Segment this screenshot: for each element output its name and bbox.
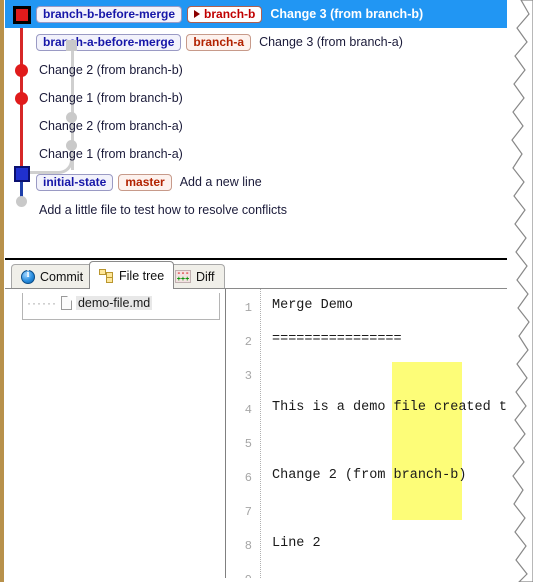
git-history-window: branch-b-before-merge branch-b Change 3 (f… [0,0,533,582]
ref-badge[interactable]: master [118,173,172,191]
ref-badge-label: branch-b [204,7,256,21]
line-number: 5 [244,437,252,451]
line-number: 3 [244,369,252,383]
commit-row[interactable]: branch-a-before-merge branch-a Change 3 (f… [5,28,520,56]
ref-badge[interactable]: branch-b [187,5,263,23]
ref-badge-label: master [125,175,165,189]
ref-badge-label: branch-b-before-merge [43,7,176,21]
line-number: 4 [244,403,252,417]
commit-subject: Change 3 (from branch-b) [270,7,424,21]
tree-icon [99,269,114,283]
commit-row[interactable]: Change 1 (from branch-b) [5,84,520,112]
code-line: ================ [272,332,402,347]
tab-bar[interactable]: Commit File tree ---+++ Diff [5,261,520,289]
commit-row[interactable]: Add a little file to test how to resolve… [5,196,520,224]
commit-row[interactable]: Change 2 (from branch-b) [5,56,520,84]
file-tree-item-label: demo-file.md [75,296,153,310]
line-number: 1 [244,301,252,315]
ref-badge[interactable]: initial-state [36,173,114,191]
file-tree-panel[interactable]: ······ demo-file.md [5,289,225,578]
code-text-area[interactable]: Merge Demo ================ This is a demo… [272,289,520,578]
commit-graph-nodes [5,0,77,259]
commit-subject: Change 3 (from branch-a) [259,35,403,49]
line-number-gutter: 12345678910111213141516 [226,289,254,578]
commit-subject: Change 2 (from branch-a) [39,119,183,133]
commit-subject: Change 1 (from branch-b) [39,91,183,105]
code-viewer[interactable]: 12345678910111213141516 Merge Demo======… [226,289,520,578]
code-line: This is a demo file created to [272,400,516,415]
graph-node-head[interactable] [13,6,31,24]
ref-badge[interactable]: branch-a-before-merge [36,33,182,51]
ref-badge[interactable]: branch-a [186,33,252,51]
tab-diff-label: Diff [196,269,215,284]
commit-row[interactable]: branch-b-before-merge branch-b Change 3 (f… [5,0,520,28]
bottom-split-pane: ······ demo-file.md 12345678910111213141… [5,288,520,578]
commit-subject: Add a little file to test how to resolve… [39,203,288,217]
graph-node-root[interactable] [16,196,27,207]
tab-commit-label: Commit [40,269,84,284]
commit-row[interactable]: initial-state master Add a new line [5,168,520,196]
line-number: 2 [244,335,252,349]
line-number: 7 [244,505,252,519]
graph-node-master[interactable] [14,166,30,182]
gutter-separator [260,289,261,578]
commit-row[interactable]: Change 1 (from branch-a) [5,140,520,168]
diff-icon: --- +++ [175,270,191,283]
graph-node-commit[interactable] [15,92,28,105]
code-line: Line 2 [272,536,321,551]
ref-badge-label: initial-state [43,175,107,189]
graph-node-commit[interactable] [66,140,77,151]
tab-file-tree-label: File tree [119,268,165,283]
code-line: Change 2 (from branch-b) [272,468,467,483]
list-item[interactable]: ······ demo-file.md [27,296,153,310]
ref-badge-label: branch-a [193,35,245,49]
graph-node-commit[interactable] [15,64,28,77]
log-pane-bottom-border [5,258,515,260]
head-marker-icon [194,10,201,18]
ref-badge[interactable]: branch-b-before-merge [36,5,183,23]
tree-guide-dots: ······ [27,296,57,310]
commit-row-list[interactable]: branch-b-before-merge branch-b Change 3 (f… [5,0,520,224]
file-icon [60,296,72,310]
line-number: 8 [244,539,252,553]
commit-subject: Add a new line [179,175,262,189]
graph-node-branch-a-tip[interactable] [66,40,77,51]
commit-subject: Change 1 (from branch-a) [39,147,183,161]
ref-badge-label: branch-a-before-merge [43,35,175,49]
tab-commit[interactable]: Commit [11,264,94,288]
line-number: 6 [244,471,252,485]
info-icon [21,269,35,284]
commit-row[interactable]: Change 2 (from branch-a) [5,112,520,140]
commit-log-pane[interactable]: branch-b-before-merge branch-b Change 3 (f… [5,0,520,259]
line-number: 9 [226,563,254,578]
code-line: Merge Demo [272,298,354,313]
graph-node-commit[interactable] [66,112,77,123]
commit-subject: Change 2 (from branch-b) [39,63,183,77]
tab-file-tree[interactable]: File tree [89,261,175,289]
